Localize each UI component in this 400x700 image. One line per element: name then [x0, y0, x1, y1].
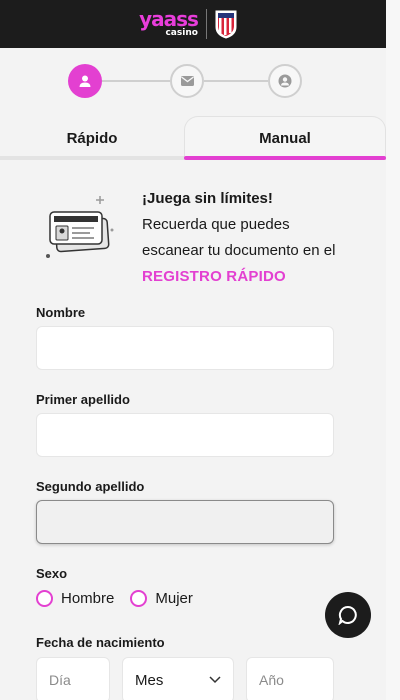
primer-apellido-label: Primer apellido: [36, 392, 130, 407]
radio-hombre[interactable]: [36, 590, 53, 607]
brand-logo[interactable]: yaass casino: [139, 9, 237, 39]
sexo-option-mujer[interactable]: Mujer: [130, 590, 193, 607]
nombre-input[interactable]: [36, 326, 334, 370]
sexo-option-hombre[interactable]: Hombre: [36, 590, 114, 607]
registro-rapido-link[interactable]: REGISTRO RÁPIDO: [142, 264, 372, 290]
promo-line-1: Recuerda que puedes: [142, 216, 290, 233]
top-header: yaass casino: [0, 0, 386, 48]
registration-stepper: [68, 64, 304, 100]
scrollbar[interactable]: [386, 0, 400, 700]
dia-input[interactable]: Día: [36, 657, 110, 700]
user-circle-icon: [278, 74, 292, 88]
tab-rapido-underline: [0, 156, 184, 160]
brand-main-text: yaass: [139, 7, 199, 31]
segundo-apellido-label: Segundo apellido: [36, 479, 145, 494]
nombre-label: Nombre: [36, 305, 86, 320]
radio-mujer-label: Mujer: [155, 590, 193, 607]
tab-manual-active-underline: [184, 156, 386, 160]
atletico-crest-icon: [215, 10, 237, 39]
dia-placeholder: Día: [49, 672, 71, 688]
chat-bubble-icon: [338, 605, 357, 625]
sexo-label: Sexo: [36, 566, 68, 581]
tab-rapido[interactable]: Rápido: [0, 116, 184, 160]
stepper-line: [102, 80, 170, 82]
promo-line-2: escanear tu documento en el: [142, 242, 336, 259]
user-icon: [79, 75, 91, 87]
step-contact[interactable]: [170, 64, 204, 98]
anio-input[interactable]: Año: [246, 657, 334, 700]
tab-manual[interactable]: Manual: [184, 116, 386, 160]
promo-text: ¡Juega sin límites! Recuerda que puedes …: [142, 186, 372, 290]
step-account[interactable]: [268, 64, 302, 98]
chevron-down-icon: [209, 676, 221, 684]
id-card-illustration-icon: [46, 196, 114, 258]
logo-divider: [205, 9, 207, 39]
anio-placeholder: Año: [259, 672, 284, 688]
brand-sub-text: casino: [165, 28, 198, 38]
primer-apellido-input[interactable]: [36, 413, 334, 457]
mes-select[interactable]: Mes: [122, 657, 234, 700]
yaass-logo: yaass casino: [139, 7, 199, 38]
radio-hombre-label: Hombre: [61, 590, 115, 607]
promo-title: ¡Juega sin límites!: [142, 190, 273, 207]
envelope-icon: [180, 76, 194, 86]
stepper-line: [204, 80, 268, 82]
sexo-radio-group: Hombre Mujer: [36, 590, 199, 607]
fecha-nacimiento-label: Fecha de nacimiento: [36, 635, 165, 650]
radio-mujer[interactable]: [130, 590, 148, 607]
step-personal[interactable]: [68, 64, 102, 98]
segundo-apellido-input[interactable]: [36, 500, 334, 544]
chat-button[interactable]: [325, 592, 371, 638]
mes-value: Mes: [135, 671, 164, 689]
scan-document-promo: ¡Juega sin límites! Recuerda que puedes …: [36, 186, 366, 286]
